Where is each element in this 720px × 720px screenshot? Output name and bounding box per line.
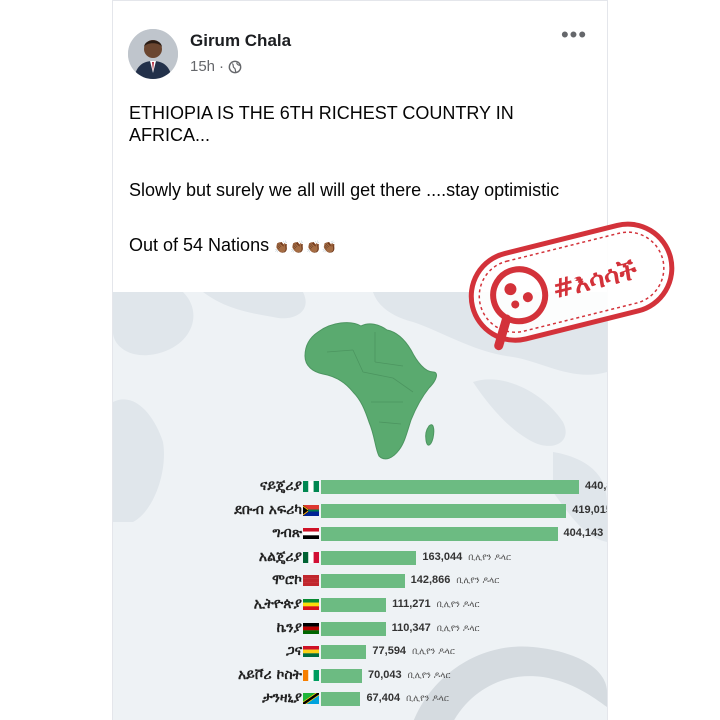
fact-check-stamp: #እሳሳች xyxy=(468,221,675,351)
bar-row: ግብጽ 404,143ቢሊየን ዶላር xyxy=(113,525,607,544)
value-number: 111,271 xyxy=(392,598,431,610)
country-label: ጋና xyxy=(285,643,302,660)
value-unit: ቢሊየን ዶላር xyxy=(436,600,480,610)
value-label: 67,404 ቢሊየን ዶላር xyxy=(366,692,448,704)
country-label: ታንዛኒያ xyxy=(262,690,302,707)
bar-row: ሞሮኮ 142,866 ቢሊየን ዶላር xyxy=(113,572,607,591)
country-flag-icon xyxy=(303,504,319,516)
post-text-line-2: Slowly but surely we all will get there … xyxy=(129,180,560,200)
value-unit: ቢሊየን ዶላር xyxy=(412,647,455,658)
country-flag-icon xyxy=(303,481,319,492)
value-number: 404,143 xyxy=(563,527,604,540)
value-unit: ቢሊየን ዶላር xyxy=(436,623,480,634)
bar xyxy=(321,503,567,518)
value-number: 440,834 xyxy=(585,480,607,492)
value-label: 70,043 ቢሊየን ዶላር xyxy=(368,669,450,681)
post-text-line-3-text: Out of 54 Nations xyxy=(129,235,270,255)
bar xyxy=(321,480,579,494)
value-unit: ቢሊየን ዶላር xyxy=(456,576,500,587)
country-flag-icon xyxy=(303,669,319,681)
country-flag-icon xyxy=(303,528,319,540)
value-number: 419,015 xyxy=(572,503,607,516)
value-label: 419,015ቢሊየን ዶላር xyxy=(572,504,607,516)
country-label: ደቡብ አፍሪካ xyxy=(234,501,302,518)
bar xyxy=(321,645,367,660)
country-label: አልጄሪያ xyxy=(258,548,302,565)
value-label: 142,866 ቢሊየን ዶላር xyxy=(411,574,500,586)
value-unit: ቢሊየን ዶላር xyxy=(468,552,511,563)
value-label: 110,347 ቢሊየን ዶላር xyxy=(392,622,480,634)
country-label: ኢትዮጵያ xyxy=(253,596,302,612)
meta-separator: · xyxy=(219,58,225,75)
country-flag-icon xyxy=(303,599,319,610)
value-number: 70,043 xyxy=(367,668,402,681)
value-number: 163,044 xyxy=(422,550,463,563)
post-card-border-top xyxy=(112,0,608,1)
country-label: ሞሮኮ xyxy=(272,572,302,589)
country-label: ኬንያ xyxy=(276,619,302,636)
value-label: 163,044 ቢሊየን ዶላር xyxy=(422,551,511,563)
country-flag-icon xyxy=(303,622,319,634)
post-time[interactable]: 15h xyxy=(190,58,215,75)
bar xyxy=(321,621,386,636)
bar-row: አይቮሪ ኮስት 70,043 ቢሊየን ዶላር xyxy=(113,667,607,686)
value-number: 67,404 xyxy=(366,692,401,705)
gdp-bar-chart: ናይጄሪያ440,834ቢሊየን ዶላርደቡብ አፍሪካ419,015ቢሊየን … xyxy=(113,472,607,720)
avatar-image xyxy=(128,29,178,79)
bar xyxy=(321,668,362,683)
value-number: 77,594 xyxy=(372,645,407,658)
more-options-button[interactable]: ••• xyxy=(560,24,588,48)
bar-row: ደቡብ አፍሪካ 419,015ቢሊየን ዶላር xyxy=(113,502,607,521)
clapping-hands-emoji: 👏🏾👏🏾👏🏾👏🏾 xyxy=(274,240,338,254)
country-flag-icon xyxy=(303,551,319,563)
bar xyxy=(321,550,417,565)
country-label: ግብጽ xyxy=(272,525,302,542)
bar xyxy=(321,574,405,589)
value-number: 110,347 xyxy=(391,621,431,634)
country-flag-icon xyxy=(303,693,319,705)
value-label: 111,271 ቢሊየን ዶላር xyxy=(392,598,479,610)
bar xyxy=(321,527,558,542)
bar-row: ጋና 77,594 ቢሊየን ዶላር xyxy=(113,643,607,662)
bar xyxy=(321,598,387,612)
post-meta: 15h · xyxy=(190,58,242,75)
value-unit: ቢሊየን ዶላር xyxy=(407,670,451,681)
value-label: 77,594 ቢሊየን ዶላር xyxy=(372,645,454,657)
value-unit: ቢሊየን ዶላር xyxy=(406,694,449,705)
globe-icon xyxy=(228,60,242,73)
bar-row: ኢትዮጵያ 111,271 ቢሊየን ዶላር xyxy=(113,596,607,615)
country-label: ናይጄሪያ xyxy=(259,478,302,494)
post-text-line-1: ETHIOPIA IS THE 6TH RICHEST COUNTRY IN A… xyxy=(129,103,514,145)
value-label: 404,143ቢሊየን ዶላር xyxy=(564,527,607,539)
bar-row: ኬንያ 110,347 ቢሊየን ዶላር xyxy=(113,620,607,639)
avatar[interactable] xyxy=(128,29,178,79)
country-flag-icon xyxy=(303,646,319,658)
country-flag-icon xyxy=(303,575,319,587)
bar-row: ታንዛኒያ 67,404 ቢሊየን ዶላር xyxy=(113,690,607,709)
value-number: 142,866 xyxy=(410,574,451,587)
country-label: አይቮሪ ኮስት xyxy=(237,666,302,683)
bar-row: ናይጄሪያ 440,834ቢሊየን ዶላር xyxy=(113,478,607,497)
bar xyxy=(321,692,361,707)
bar-row: አልጄሪያ 163,044 ቢሊየን ዶላር xyxy=(113,549,607,568)
author-name[interactable]: Girum Chala xyxy=(190,31,291,51)
africa-map xyxy=(304,322,437,460)
value-label: 440,834ቢሊየን ዶላር xyxy=(585,480,607,492)
